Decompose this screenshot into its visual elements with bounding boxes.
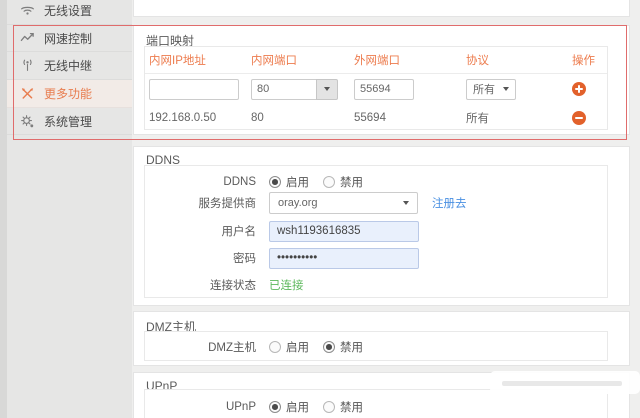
add-rule-button[interactable] — [572, 82, 586, 96]
protocol-select-value: 所有 — [473, 81, 495, 97]
upnp-disable-radio[interactable] — [323, 401, 335, 413]
remove-rule-button[interactable] — [572, 111, 586, 125]
sidebar-menu: 无线设置 网速控制 — [7, 0, 132, 135]
upnp-label: UPnP — [145, 401, 256, 413]
dmz-section: DMZ主机 DMZ主机 启用 禁用 — [133, 311, 630, 366]
col-header-protocol: 协议 — [466, 52, 564, 68]
ddns-password-label: 密码 — [145, 250, 256, 266]
ddns-provider-label: 服务提供商 — [145, 195, 256, 211]
upnp-enable-row: UPnP 启用 禁用 — [145, 396, 607, 418]
sidebar-item-label: 无线设置 — [44, 2, 92, 19]
dmz-disable-option: 禁用 — [323, 339, 363, 355]
previous-section-panel-bottom — [133, 0, 630, 17]
speed-chart-icon — [20, 31, 35, 46]
ddns-status-label: 连接状态 — [145, 277, 256, 293]
chevron-down-icon — [324, 87, 330, 91]
col-header-action: 操作 — [564, 52, 607, 68]
lan-ip-input[interactable] — [149, 79, 239, 100]
ddns-section: DDNS DDNS 启用 禁用 服务提供商 — [133, 146, 630, 306]
dmz-disable-radio[interactable] — [323, 341, 335, 353]
ddns-enable-option: 启用 — [269, 174, 309, 190]
dmz-form: DMZ主机 启用 禁用 — [144, 331, 608, 361]
dmz-enable-radio[interactable] — [269, 341, 281, 353]
ddns-enable-row: DDNS 启用 禁用 — [145, 171, 607, 193]
ddns-disable-option: 禁用 — [323, 174, 363, 190]
ddns-password-input[interactable] — [269, 248, 419, 269]
sidebar-item-label: 无线中继 — [44, 57, 92, 74]
radio-label: 禁用 — [340, 174, 363, 190]
radio-label: 启用 — [286, 339, 309, 355]
sidebar-item-more-features[interactable]: 更多功能 — [7, 80, 132, 108]
ddns-form: DDNS 启用 禁用 服务提供商 oray.org — [144, 165, 608, 298]
ddns-status-row: 连接状态 已连接 — [145, 274, 607, 296]
sidebar-item-speed-control[interactable]: 网速控制 — [7, 25, 132, 53]
ddns-status-badge: 已连接 — [269, 277, 304, 293]
sidebar-item-label: 系统管理 — [44, 113, 92, 130]
sidebar-item-label: 网速控制 — [44, 30, 92, 47]
ddns-provider-select[interactable]: oray.org — [269, 192, 418, 214]
sidebar-item-system-management[interactable]: 系统管理 — [7, 108, 132, 136]
ddns-disable-radio[interactable] — [323, 176, 335, 188]
col-header-lan-ip: 内网IP地址 — [145, 52, 251, 68]
radio-label: 启用 — [286, 399, 309, 415]
register-link[interactable]: 注册去 — [432, 195, 467, 211]
watermark — [490, 371, 640, 394]
lan-port-input[interactable] — [251, 79, 317, 100]
dmz-enable-row: DMZ主机 启用 禁用 — [145, 336, 607, 358]
port-mapping-rule-row: 192.168.0.50 80 55694 所有 — [145, 104, 607, 131]
upnp-enable-option: 启用 — [269, 399, 309, 415]
ddns-password-row: 密码 — [145, 247, 607, 269]
lan-port-combo — [251, 79, 354, 100]
protocol-select[interactable]: 所有 — [466, 79, 516, 100]
radio-label: 启用 — [286, 174, 309, 190]
gear-icon — [20, 114, 35, 129]
sidebar-item-wireless-repeater[interactable]: 无线中继 — [7, 52, 132, 80]
lan-port-dropdown-button[interactable] — [316, 79, 338, 100]
port-mapping-section: 端口映射 内网IP地址 内网端口 外网端口 协议 操作 — [133, 25, 630, 135]
ddns-enable-radio[interactable] — [269, 176, 281, 188]
sidebar-item-wireless-settings[interactable]: 无线设置 — [7, 0, 132, 25]
rule-protocol: 所有 — [466, 110, 564, 126]
wifi-icon — [20, 3, 35, 18]
rule-wan-port: 55694 — [354, 112, 466, 124]
rule-lan-port: 80 — [251, 112, 354, 124]
ddns-enable-label: DDNS — [145, 176, 256, 188]
dmz-label: DMZ主机 — [145, 339, 256, 355]
upnp-enable-radio[interactable] — [269, 401, 281, 413]
ddns-username-row: 用户名 — [145, 220, 607, 242]
router-admin-page: 无线设置 网速控制 — [0, 0, 640, 418]
dmz-enable-option: 启用 — [269, 339, 309, 355]
chevron-down-icon — [503, 87, 509, 91]
col-header-lan-port: 内网端口 — [251, 52, 354, 68]
tools-icon — [20, 86, 35, 101]
sidebar-edge-strip — [0, 0, 7, 418]
ddns-username-label: 用户名 — [145, 223, 256, 239]
port-mapping-header-row: 内网IP地址 内网端口 外网端口 协议 操作 — [145, 47, 607, 74]
radio-label: 禁用 — [340, 399, 363, 415]
upnp-disable-option: 禁用 — [323, 399, 363, 415]
chevron-down-icon — [403, 201, 409, 205]
port-mapping-input-row: 所有 — [145, 74, 607, 104]
ddns-username-input[interactable] — [269, 221, 419, 242]
rule-lan-ip: 192.168.0.50 — [145, 112, 251, 124]
ddns-provider-row: 服务提供商 oray.org 注册去 — [145, 192, 607, 214]
col-header-wan-port: 外网端口 — [354, 52, 466, 68]
wan-port-input[interactable] — [354, 79, 414, 100]
port-mapping-table: 内网IP地址 内网端口 外网端口 协议 操作 — [144, 46, 608, 130]
radio-label: 禁用 — [340, 339, 363, 355]
ddns-provider-value: oray.org — [278, 197, 318, 209]
repeater-icon — [20, 58, 35, 73]
sidebar-item-label: 更多功能 — [44, 85, 92, 102]
sidebar: 无线设置 网速控制 — [0, 0, 132, 418]
